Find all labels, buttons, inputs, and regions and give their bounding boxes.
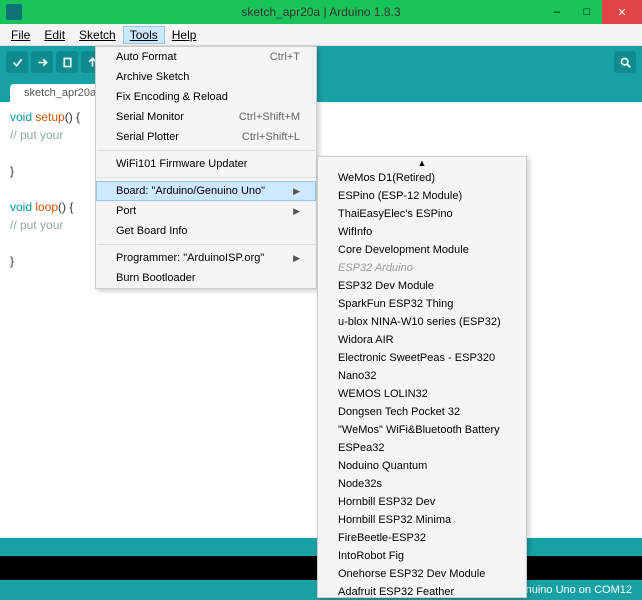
board-option[interactable]: ESPea32 <box>318 439 526 457</box>
board-option[interactable]: Nano32 <box>318 367 526 385</box>
board-option[interactable]: ThaiEasyElec's ESPino <box>318 205 526 223</box>
board-option[interactable]: "WeMos" WiFi&Bluetooth Battery <box>318 421 526 439</box>
menu-port[interactable]: Port▶ <box>96 201 316 221</box>
board-option[interactable]: WifInfo <box>318 223 526 241</box>
board-option[interactable]: Hornbill ESP32 Minima <box>318 511 526 529</box>
upload-button[interactable] <box>31 51 53 73</box>
window-controls: – □ ✕ <box>542 0 642 24</box>
board-section-header: ESP32 Arduino <box>318 259 526 277</box>
maximize-button[interactable]: □ <box>572 0 602 24</box>
chevron-right-icon: ▶ <box>293 206 300 217</box>
board-option[interactable]: ESPino (ESP-12 Module) <box>318 187 526 205</box>
menu-archive[interactable]: Archive Sketch <box>96 67 316 87</box>
chevron-right-icon: ▶ <box>293 253 300 264</box>
menu-file[interactable]: File <box>4 26 37 44</box>
window-title: sketch_apr20a | Arduino 1.8.3 <box>241 5 400 19</box>
board-option[interactable]: Hornbill ESP32 Dev <box>318 493 526 511</box>
menu-edit[interactable]: Edit <box>37 26 72 44</box>
tools-menu: Auto FormatCtrl+T Archive Sketch Fix Enc… <box>95 46 317 289</box>
menubar: File Edit Sketch Tools Help <box>0 24 642 46</box>
menu-tools[interactable]: Tools <box>123 26 165 44</box>
board-option[interactable]: Onehorse ESP32 Dev Module <box>318 565 526 583</box>
menu-sketch[interactable]: Sketch <box>72 26 123 44</box>
board-option[interactable]: WeMos D1(Retired) <box>318 169 526 187</box>
board-option[interactable]: Adafruit ESP32 Feather <box>318 583 526 598</box>
board-option[interactable]: Core Development Module <box>318 241 526 259</box>
menu-burn[interactable]: Burn Bootloader <box>96 268 316 288</box>
board-option[interactable]: IntoRobot Fig <box>318 547 526 565</box>
new-button[interactable] <box>56 51 78 73</box>
menu-serialmonitor[interactable]: Serial MonitorCtrl+Shift+M <box>96 107 316 127</box>
menu-serialplotter[interactable]: Serial PlotterCtrl+Shift+L <box>96 127 316 147</box>
board-option[interactable]: ESP32 Dev Module <box>318 277 526 295</box>
menu-help[interactable]: Help <box>165 26 204 44</box>
verify-button[interactable] <box>6 51 28 73</box>
board-option[interactable]: FireBeetle-ESP32 <box>318 529 526 547</box>
board-option[interactable]: Widora AIR <box>318 331 526 349</box>
menu-programmer[interactable]: Programmer: "ArduinoISP.org"▶ <box>96 248 316 268</box>
board-submenu: ▲ WeMos D1(Retired)ESPino (ESP-12 Module… <box>317 156 527 598</box>
menu-wifi101[interactable]: WiFi101 Firmware Updater <box>96 154 316 174</box>
scroll-up-button[interactable]: ▲ <box>318 157 526 169</box>
titlebar: sketch_apr20a | Arduino 1.8.3 – □ ✕ <box>0 0 642 24</box>
app-icon <box>6 4 22 20</box>
close-button[interactable]: ✕ <box>602 0 642 24</box>
board-option[interactable]: u-blox NINA-W10 series (ESP32) <box>318 313 526 331</box>
board-option[interactable]: Node32s <box>318 475 526 493</box>
chevron-right-icon: ▶ <box>293 186 300 197</box>
board-option[interactable]: SparkFun ESP32 Thing <box>318 295 526 313</box>
board-option[interactable]: WEMOS LOLIN32 <box>318 385 526 403</box>
menu-autoformat[interactable]: Auto FormatCtrl+T <box>96 47 316 67</box>
minimize-button[interactable]: – <box>542 0 572 24</box>
board-option[interactable]: Electronic SweetPeas - ESP320 <box>318 349 526 367</box>
menu-boardinfo[interactable]: Get Board Info <box>96 221 316 241</box>
serial-monitor-button[interactable] <box>614 51 636 73</box>
board-option[interactable]: Noduino Quantum <box>318 457 526 475</box>
menu-board[interactable]: Board: "Arduino/Genuino Uno"▶ <box>96 181 316 201</box>
board-option[interactable]: Dongsen Tech Pocket 32 <box>318 403 526 421</box>
menu-fixencoding[interactable]: Fix Encoding & Reload <box>96 87 316 107</box>
